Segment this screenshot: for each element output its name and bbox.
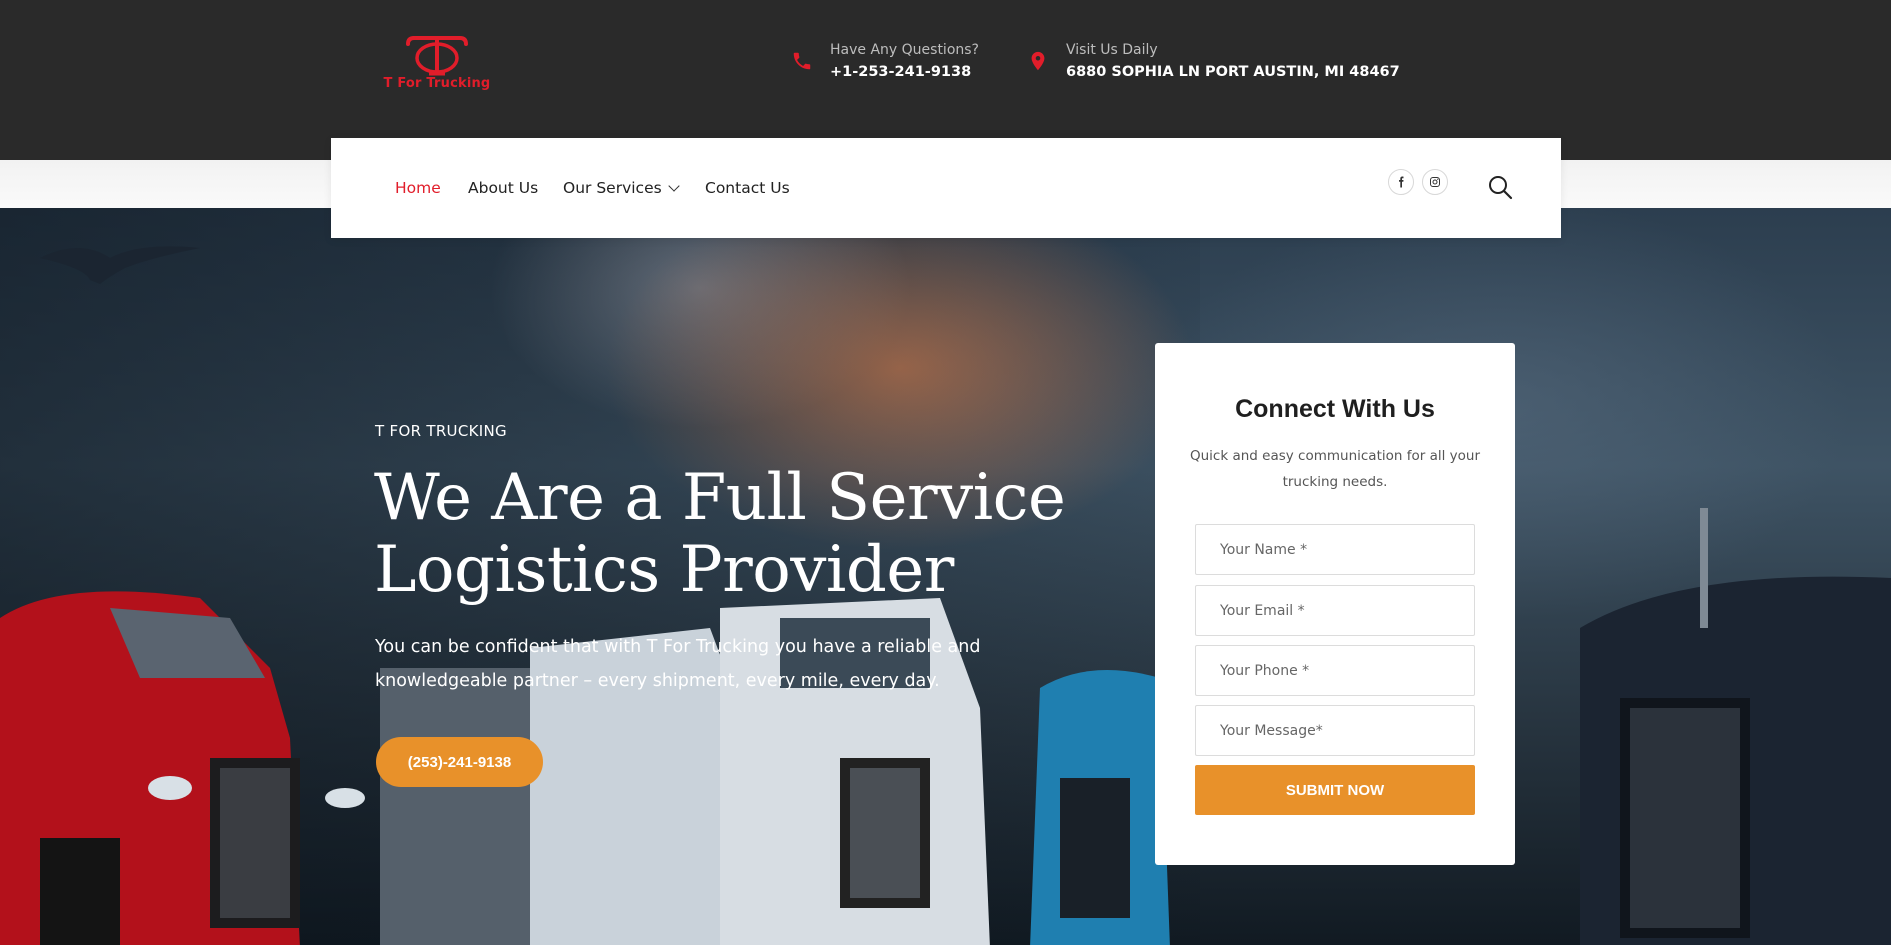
red-truck-image: [0, 591, 365, 945]
search-icon[interactable]: [1487, 174, 1513, 200]
logo-t-mark-icon: [406, 36, 468, 76]
message-field[interactable]: [1195, 705, 1475, 756]
address-value: 6880 SOPHIA LN PORT AUSTIN, MI 48467: [1066, 64, 1400, 80]
phone-value[interactable]: +1-253-241-9138: [830, 64, 971, 80]
hero-headline-line-2: Logistics Provider: [374, 533, 954, 607]
nav-about-us[interactable]: About Us: [468, 179, 538, 197]
contact-form-card: Connect With Us Quick and easy communica…: [1155, 343, 1515, 865]
facebook-link[interactable]: [1388, 169, 1414, 195]
hero-lead-text: You can be confident that with T For Tru…: [375, 637, 981, 691]
chevron-down-icon: [668, 180, 680, 192]
form-title: Connect With Us: [1235, 395, 1435, 423]
instagram-link[interactable]: [1422, 169, 1448, 195]
hero-headline-line-1: We Are a Full Service: [374, 461, 1066, 535]
submit-button[interactable]: SUBMIT NOW: [1195, 765, 1475, 815]
form-subtitle: Quick and easy communication for all you…: [1189, 448, 1480, 490]
logo-text: T For Trucking: [383, 76, 491, 91]
name-field[interactable]: [1195, 524, 1475, 575]
phone-icon: [793, 52, 811, 70]
nav-our-services-label: Our Services: [563, 179, 662, 197]
call-phone-button[interactable]: (253)-241-9138: [376, 737, 543, 787]
nav-home[interactable]: Home: [395, 179, 441, 197]
address-label: Visit Us Daily: [1066, 42, 1158, 58]
main-navigation: Home About Us Our Services Contact Us: [331, 138, 1561, 238]
site-logo[interactable]: T For Trucking: [374, 34, 500, 96]
nav-our-services[interactable]: Our Services: [563, 179, 680, 197]
facebook-icon: [1399, 176, 1404, 188]
nav-contact-us[interactable]: Contact Us: [705, 179, 790, 197]
phone-label: Have Any Questions?: [830, 42, 979, 58]
email-field[interactable]: [1195, 585, 1475, 636]
map-pin-icon: [1031, 51, 1045, 71]
hero-headline: We Are a Full Service Logistics Provider: [374, 462, 1094, 606]
instagram-icon: [1430, 177, 1440, 187]
dark-truck-image: [1580, 508, 1891, 945]
hero-eyebrow: T FOR TRUCKING: [375, 422, 507, 440]
bird-silhouette: [40, 246, 200, 284]
phone-field[interactable]: [1195, 645, 1475, 696]
top-header-bar: T For Trucking Have Any Questions? +1-25…: [0, 0, 1891, 160]
